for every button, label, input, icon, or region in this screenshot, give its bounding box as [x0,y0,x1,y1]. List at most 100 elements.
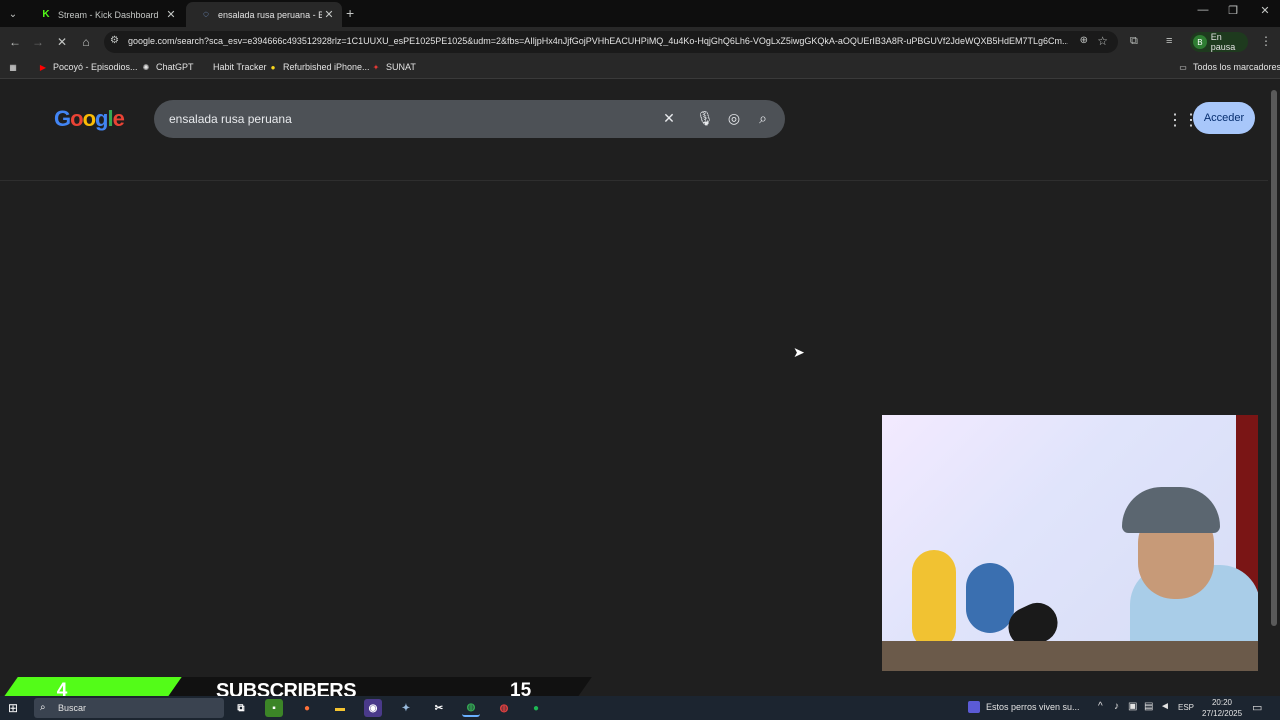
spotify-icon[interactable]: ● [527,699,545,717]
logo-letter: G [54,106,71,131]
news-icon [968,701,980,713]
kick-icon: K [42,9,50,20]
logo-letter: e [112,106,125,131]
volume-icon[interactable]: ◄ [1160,701,1170,712]
capcut-icon[interactable]: ✂ [430,699,448,717]
all-bookmarks-label: Todos los marcadores [1193,62,1280,72]
blue-plush [966,563,1014,633]
zoom-icon[interactable]: ⊕ [1080,35,1088,46]
bookmark-label: SUNAT [386,62,416,72]
close-icon[interactable]: ✕ [322,8,336,21]
mic-tray-icon[interactable]: ♪ [1114,701,1119,712]
bookmark-refurbished-iphone[interactable]: ● Refurbished iPhone... [268,62,370,72]
logo-letter: o [82,106,96,131]
news-widget[interactable]: Estos perros viven su... [968,701,1080,713]
home-icon[interactable]: ⌂ [78,35,94,49]
sunat-icon: ✦ [372,62,380,72]
address-bar[interactable]: ⚙ google.com/search?sca_esv=e394666c4935… [104,31,1118,53]
bookmark-sunat[interactable]: ✦ SUNAT [371,62,416,72]
forward-icon[interactable]: → [30,35,46,49]
google-logo[interactable]: Google [54,106,125,132]
avatar: B [1193,35,1207,49]
display-tray-icon[interactable]: ▣ [1128,701,1137,712]
search-icon: ⌕ [40,702,46,713]
obs-icon[interactable]: ◉ [364,699,382,717]
media-icon[interactable]: ≡ [1166,35,1172,47]
stop-icon[interactable]: ✕ [54,35,70,49]
davinci-icon[interactable]: ✦ [397,699,415,717]
new-tab-button[interactable]: + [346,5,354,21]
folder-icon: ▭ [1179,62,1187,72]
webcam-desk [882,641,1258,671]
taskbar-search-text: Buscar [58,703,87,713]
logo-letter: g [95,106,108,131]
extensions-icon[interactable]: ⧉ [1130,35,1138,48]
browser-toolbar: ← → ✕ ⌂ ⚙ google.com/search?sca_esv=e394… [0,27,1280,57]
lens-icon[interactable]: ◎ [725,110,743,127]
tab-title: ensalada rusa peruana - Buscar [218,9,322,20]
notifications-icon[interactable]: ▭ [1252,701,1262,714]
loading-icon: ◌ [203,9,209,20]
chrome-icon[interactable]: ◍ [462,699,480,717]
window-close-icon[interactable]: ✕ [1250,4,1280,17]
file-explorer-icon[interactable]: ▬ [331,699,349,717]
firefox-icon[interactable]: ● [298,699,316,717]
page-scrollbar[interactable] [1268,80,1280,690]
all-bookmarks[interactable]: ▭ Todos los marcadores [1178,62,1280,72]
bookmark-label: ChatGPT [156,62,194,72]
menu-icon[interactable]: ⋮ [1260,34,1272,48]
grid-icon: ▦ [9,62,17,72]
bookmarks-bar: ▦ ▶ Pocoyó - Episodios... ✺ ChatGPT Habi… [0,57,1280,79]
refurb-icon: ● [270,62,276,72]
news-text: Estos perros viven su... [986,702,1080,712]
bookmark-label: Habit Tracker [213,62,267,72]
back-icon[interactable]: ← [7,35,23,49]
banana-plush [912,550,956,650]
bookmark-pocoyo[interactable]: ▶ Pocoyó - Episodios... [38,62,138,72]
language-indicator[interactable]: ESP [1178,703,1194,712]
tab-google-search[interactable]: ◌ ensalada rusa peruana - Buscar ✕ [186,2,342,27]
bookmark-habit-tracker[interactable]: Habit Tracker [198,62,267,72]
clock-date: 27/12/2025 [1202,709,1243,718]
mouse-cursor-icon: ➤ [793,344,805,360]
taskbar-search[interactable]: ⌕ Buscar [34,698,224,718]
bookmark-label: Refurbished iPhone... [283,62,370,72]
profile-button[interactable]: B En pausa [1190,32,1248,52]
bookmark-icon [198,62,208,72]
minimize-icon[interactable]: — [1188,4,1218,16]
bookmark-star-icon[interactable]: ☆ [1097,34,1108,48]
scrollbar-thumb[interactable] [1271,90,1277,626]
bookmark-label: Pocoyó - Episodios... [53,62,138,72]
system-clock[interactable]: 20:20 27/12/2025 [1202,697,1242,719]
microphone-icon[interactable]: 🎙 [696,110,714,127]
tab-kick-dashboard[interactable]: K Stream - Kick Dashboard ✕ [26,2,184,27]
clock-time: 20:20 [1211,698,1233,707]
tab-title: Stream - Kick Dashboard [58,9,159,20]
streamer-cap [1122,487,1220,533]
search-icon[interactable]: ⌕ [754,110,772,127]
search-box: ✕ 🎙 ◎ ⌕ [154,100,785,138]
minecraft-icon[interactable]: ▪ [265,699,283,717]
tab-search-button[interactable]: ⌄ [4,5,22,23]
bookmark-chatgpt[interactable]: ✺ ChatGPT [141,62,194,72]
maximize-icon[interactable]: ❐ [1218,4,1248,17]
url-text: google.com/search?sca_esv=e394666c493512… [128,36,1068,46]
windows-start-icon[interactable]: ⊞ [8,701,18,715]
tab-strip: ⌄ K Stream - Kick Dashboard ✕ ◌ ensalada… [0,0,1280,27]
logo-letter: o [70,106,83,131]
task-view-icon[interactable]: ⧉ [232,699,250,717]
search-input[interactable] [169,108,649,130]
youtube-icon: ▶ [39,62,47,72]
clear-icon[interactable]: ✕ [660,110,678,127]
chatgpt-icon: ✺ [142,62,150,72]
site-info-icon[interactable]: ⚙ [110,35,119,46]
close-icon[interactable]: ✕ [164,8,178,21]
webcam-overlay [882,415,1258,671]
apps-grid-icon[interactable]: ▦ [8,62,23,72]
chrome-alt-icon[interactable]: ◍ [495,699,513,717]
profile-status: En pausa [1210,32,1236,52]
network-icon[interactable]: ▤ [1144,701,1153,712]
tray-chevron-icon[interactable]: ^ [1098,701,1103,712]
signin-button[interactable]: Acceder [1193,102,1255,134]
header-divider [0,180,1268,181]
